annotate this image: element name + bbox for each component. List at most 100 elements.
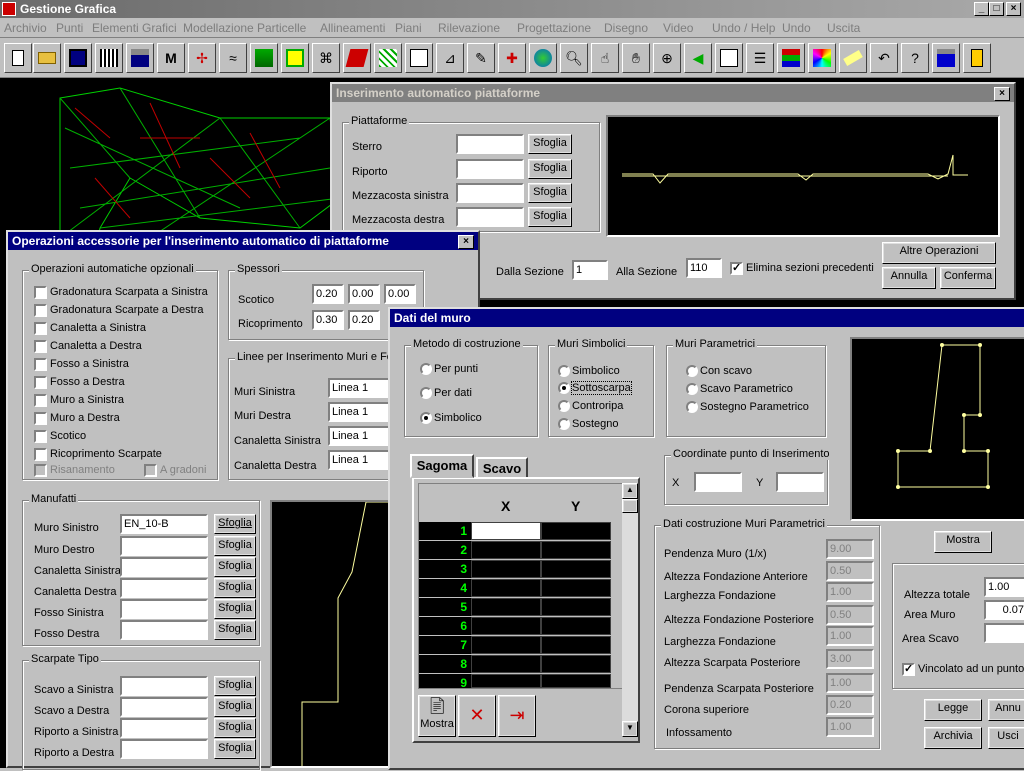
grid-cell-y[interactable] (541, 541, 611, 559)
archivia-button[interactable]: Archivia (924, 727, 982, 749)
fosso-sinistra-checkbox[interactable] (34, 358, 47, 371)
ricoprimento-checkbox[interactable] (34, 448, 47, 461)
grid-cell-x[interactable] (471, 522, 541, 540)
dalla-sezione-input[interactable]: 1 (572, 260, 608, 280)
sterro-input[interactable] (456, 134, 524, 154)
open-folder-icon[interactable] (33, 43, 61, 73)
scavo-sinistra-sfoglia-button[interactable]: Sfoglia (214, 676, 256, 696)
conferma-button[interactable]: Conferma (940, 267, 996, 289)
man-canaletta-sinistra-input[interactable] (120, 557, 208, 577)
riporto-sinistra-sfoglia-button[interactable]: Sfoglia (214, 718, 256, 738)
mesh-icon[interactable] (374, 43, 402, 73)
window-icon[interactable] (715, 43, 743, 73)
accessorie-close-button[interactable]: × (458, 235, 474, 249)
grid-icon[interactable] (95, 43, 123, 73)
pick-icon[interactable]: ☝︎ (591, 43, 619, 73)
scroll-up-icon[interactable]: ▲ (622, 483, 638, 499)
mostra-button[interactable]: Mostra (934, 531, 992, 553)
legge-button[interactable]: Legge (924, 699, 982, 721)
chart-icon[interactable]: ⊿ (436, 43, 464, 73)
dati-value[interactable]: 1.00 (826, 717, 874, 737)
annulla-muro-button[interactable]: Annu (988, 699, 1024, 721)
man-fosso-destra-input[interactable] (120, 620, 208, 640)
grid-cell-x[interactable] (471, 617, 541, 635)
grid-cell-y[interactable] (541, 560, 611, 578)
surface-red-icon[interactable] (343, 43, 371, 73)
menu-particelle[interactable]: Particelle (257, 21, 306, 35)
simb-sottoscarpa-radio[interactable] (558, 382, 570, 394)
points-icon[interactable]: ✢ (188, 43, 216, 73)
grid-cell-x[interactable] (471, 674, 541, 688)
coord-x-input[interactable] (694, 472, 742, 492)
grid-cell-y[interactable] (541, 674, 611, 688)
gradonatura-sinistra-checkbox[interactable] (34, 286, 47, 299)
piattaforme-close-button[interactable]: × (994, 87, 1010, 101)
curves-icon[interactable]: ≈ (219, 43, 247, 73)
man-fosso-sinistra-sfoglia-button[interactable]: Sfoglia (214, 599, 256, 619)
undo-icon[interactable]: ↶ (870, 43, 898, 73)
mezzacosta-sinistra-sfoglia-button[interactable]: Sfoglia (528, 183, 572, 203)
move-icon[interactable]: ✚ (498, 43, 526, 73)
muro-sinistro-sfoglia-button[interactable]: Sfoglia (214, 514, 256, 534)
menu-progettazione[interactable]: Progettazione (517, 21, 591, 35)
piattaforme-title[interactable]: Inserimento automatico piattaforme (332, 84, 1014, 102)
simb-controripa-radio[interactable] (558, 400, 570, 412)
a-gradoni-checkbox[interactable] (144, 464, 157, 477)
menu-elementi-grafici[interactable]: Elementi Grafici (92, 21, 177, 35)
risanamento-checkbox[interactable] (34, 464, 47, 477)
metodo-per-dati-radio[interactable] (420, 387, 432, 399)
man-fosso-sinistra-input[interactable] (120, 599, 208, 619)
param-sostegno-parametrico-radio[interactable] (686, 401, 698, 413)
dati-value[interactable]: 9.00 (826, 539, 874, 559)
dati-value[interactable]: 3.00 (826, 649, 874, 669)
annulla-button[interactable]: Annulla (882, 267, 936, 289)
pencil-icon[interactable]: ✎ (467, 43, 495, 73)
accessorie-title[interactable]: Operazioni accessorie per l'inserimento … (8, 232, 478, 250)
linee-muri-destra-select[interactable]: Linea 1 (328, 402, 392, 422)
m-tool-icon[interactable]: M (157, 43, 185, 73)
close-button[interactable]: × (1006, 2, 1021, 16)
zoom-plus-icon[interactable]: ⊕ (653, 43, 681, 73)
mostra-tool-button[interactable]: 📄︎ Mostra (418, 695, 456, 737)
grid-cell-x[interactable] (471, 560, 541, 578)
mezzacosta-destra-sfoglia-button[interactable]: Sfoglia (528, 207, 572, 227)
simb-simbolico-radio[interactable] (558, 365, 570, 377)
grid-cell-y[interactable] (541, 579, 611, 597)
man-canaletta-destra-sfoglia-button[interactable]: Sfoglia (214, 578, 256, 598)
muro-destro-sfoglia-button[interactable]: Sfoglia (214, 536, 256, 556)
network-icon[interactable]: ⌘ (312, 43, 340, 73)
riporto-sinistra-input[interactable] (120, 718, 208, 738)
grid-cell-y[interactable] (541, 655, 611, 673)
altezza-totale-input[interactable]: 1.00 (984, 577, 1024, 597)
menu-uscita[interactable]: Uscita (827, 21, 860, 35)
list-icon[interactable]: ☰ (746, 43, 774, 73)
mezzacosta-destra-input[interactable] (456, 207, 524, 227)
menu-archivio[interactable]: Archivio (4, 21, 47, 35)
scotico-input-1[interactable]: 0.20 (312, 284, 344, 304)
area-scavo-input[interactable] (984, 623, 1024, 643)
grid-cell-x[interactable] (471, 598, 541, 616)
zoom-icon[interactable]: 🔍︎ (560, 43, 588, 73)
grid-cell-x[interactable] (471, 655, 541, 673)
muro-destra-checkbox[interactable] (34, 412, 47, 425)
dati-value[interactable]: 0.50 (826, 605, 874, 625)
simb-sostegno-radio[interactable] (558, 418, 570, 430)
grid-cell-y[interactable] (541, 598, 611, 616)
riporto-destra-input[interactable] (120, 739, 208, 759)
save-grid-icon[interactable] (126, 43, 154, 73)
menu-video[interactable]: Video (663, 21, 693, 35)
mezzacosta-sinistra-input[interactable] (456, 183, 524, 203)
grid-cell-x[interactable] (471, 579, 541, 597)
help-icon[interactable]: ? (901, 43, 929, 73)
area-muro-input[interactable]: 0.07 (984, 600, 1024, 620)
menu-disegno[interactable]: Disegno (604, 21, 648, 35)
vincolato-checkbox[interactable]: ✓ (902, 663, 915, 676)
section-icon[interactable] (281, 43, 309, 73)
menu-modellazione[interactable]: Modellazione (183, 21, 254, 35)
dati-muro-title[interactable]: Dati del muro (390, 309, 1024, 327)
linee-canaletta-destra-select[interactable]: Linea 1 (328, 450, 392, 470)
param-con-scavo-radio[interactable] (686, 365, 698, 377)
muro-sinistro-input[interactable]: EN_10-B (120, 514, 208, 534)
muro-destro-input[interactable] (120, 536, 208, 556)
print-icon[interactable] (932, 43, 960, 73)
